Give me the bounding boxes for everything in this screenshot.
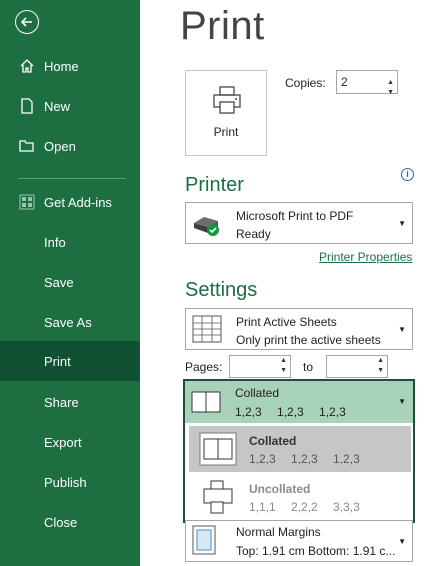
back-arrow-icon[interactable]: [15, 10, 39, 34]
pages-from-stepper[interactable]: ▲ ▼: [229, 355, 291, 378]
collation-detail: 1,2,3 1,2,3 1,2,3: [235, 405, 346, 419]
margins-icon: [192, 525, 216, 560]
copies-value: 2: [341, 75, 348, 89]
decrement-icon[interactable]: ▼: [387, 82, 394, 104]
sidebar-item-label: Save: [44, 274, 74, 290]
sidebar-item-label: Get Add-ins: [44, 194, 112, 210]
uncollated-icon: [199, 480, 237, 519]
print-what-detail: Only print the active sheets: [236, 333, 381, 347]
copies-label: Copies:: [285, 76, 326, 90]
sidebar-item-label: Print: [44, 353, 71, 369]
print-button-label: Print: [213, 125, 239, 139]
collation-select[interactable]: Collated 1,2,3 1,2,3 1,2,3 ▼: [183, 379, 415, 425]
collation-option-collated[interactable]: Collated 1,2,3 1,2,3 1,2,3: [189, 426, 411, 472]
sidebar-item-save-as[interactable]: Save As: [0, 302, 140, 342]
pages-to-stepper[interactable]: ▲ ▼: [326, 355, 388, 378]
print-what-select[interactable]: Print Active Sheets Only print the activ…: [185, 308, 413, 350]
sidebar-item-new[interactable]: New: [0, 86, 140, 126]
sidebar-item-label: Home: [44, 58, 79, 74]
sidebar-item-share[interactable]: Share: [0, 382, 140, 422]
margins-title: Normal Margins: [236, 525, 321, 539]
sidebar-item-label: Export: [44, 434, 82, 450]
pages-label: Pages:: [185, 360, 223, 374]
sidebar-item-label: Publish: [44, 474, 87, 490]
margins-detail: Top: 1.91 cm Bottom: 1.91 c...: [236, 544, 396, 558]
sidebar-item-label: Info: [44, 234, 66, 250]
sidebar-divider: [18, 178, 126, 179]
active-sheets-icon: [192, 315, 222, 348]
collation-title: Collated: [235, 386, 280, 400]
printer-properties-link[interactable]: Printer Properties: [319, 250, 412, 264]
option-title: Collated: [249, 434, 297, 448]
sidebar-item-close[interactable]: Close: [0, 502, 140, 542]
copies-stepper[interactable]: 2 ▲ ▼: [336, 70, 398, 96]
sidebar-item-get-add-ins[interactable]: Get Add-ins: [0, 182, 140, 222]
sidebar-item-label: Save As: [44, 314, 92, 330]
backstage-sidebar: Home New Open Get Add-ins Info Save Save…: [0, 0, 140, 566]
page-title: Print: [180, 4, 265, 48]
sidebar-item-print[interactable]: Print: [0, 341, 140, 381]
option-title: Uncollated: [249, 482, 311, 496]
collation-options-menu: Collated 1,2,3 1,2,3 1,2,3 Uncollated 1,…: [183, 423, 415, 523]
add-ins-icon: [18, 193, 36, 211]
print-what-title: Print Active Sheets: [236, 315, 337, 329]
sidebar-item-label: New: [44, 98, 71, 114]
chevron-down-icon: ▼: [398, 397, 406, 406]
sidebar-item-label: Close: [44, 514, 78, 530]
collated-icon: [199, 432, 237, 471]
chevron-down-icon: ▼: [398, 219, 406, 228]
increment-icon[interactable]: ▲: [280, 357, 287, 364]
print-button[interactable]: Print: [185, 70, 267, 156]
collated-icon: [191, 391, 221, 418]
settings-section-title: Settings: [185, 279, 258, 301]
sidebar-item-label: Share: [44, 394, 79, 410]
pages-to-label: to: [303, 360, 314, 374]
new-document-icon: [18, 97, 36, 115]
home-icon: [18, 57, 36, 75]
printer-section-title: Printer: [185, 174, 244, 196]
printer-select[interactable]: Microsoft Print to PDF Ready ▼: [185, 202, 413, 244]
option-detail: 1,2,3 1,2,3 1,2,3: [249, 452, 360, 466]
print-panel: Print Print Copies: 2 ▲ ▼ Printer i Micr…: [140, 0, 425, 566]
sidebar-item-save[interactable]: Save: [0, 262, 140, 302]
sidebar-item-export[interactable]: Export: [0, 422, 140, 462]
increment-icon[interactable]: ▲: [377, 357, 384, 364]
printer-icon: [212, 85, 242, 120]
open-folder-icon: [18, 137, 36, 155]
sidebar-item-publish[interactable]: Publish: [0, 462, 140, 502]
printer-name: Microsoft Print to PDF: [236, 209, 354, 223]
option-detail: 1,1,1 2,2,2 3,3,3: [249, 500, 360, 514]
sidebar-item-info[interactable]: Info: [0, 222, 140, 262]
decrement-icon[interactable]: ▼: [377, 367, 384, 374]
chevron-down-icon: ▼: [398, 537, 406, 546]
sidebar-item-open[interactable]: Open: [0, 126, 140, 166]
printer-ready-icon: [192, 209, 224, 244]
decrement-icon[interactable]: ▼: [280, 367, 287, 374]
printer-status: Ready: [236, 227, 271, 241]
sidebar-item-label: Open: [44, 138, 76, 154]
margins-select[interactable]: Normal Margins Top: 1.91 cm Bottom: 1.91…: [185, 520, 413, 562]
info-icon[interactable]: i: [401, 168, 414, 181]
chevron-down-icon: ▼: [398, 325, 406, 334]
collation-option-uncollated[interactable]: Uncollated 1,1,1 2,2,2 3,3,3: [189, 474, 411, 520]
sidebar-item-home[interactable]: Home: [0, 46, 140, 86]
